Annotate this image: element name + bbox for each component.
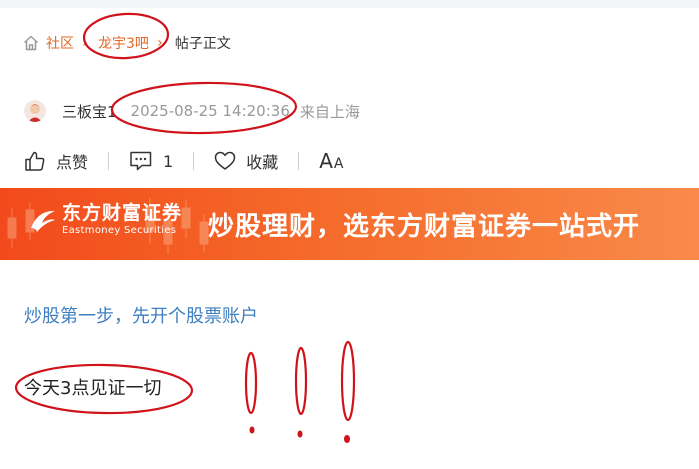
home-icon[interactable]	[22, 34, 40, 52]
post-location: 来自上海	[299, 102, 360, 121]
post-page: 社区 › 龙宇3吧 › 帖子正文 三板宝1 2025-08-25 14:20:3…	[0, 0, 699, 469]
eastmoney-logo-icon	[31, 210, 55, 232]
chevron-right-icon: ›	[82, 35, 88, 51]
banner-brand-cn: 东方财富证券	[62, 202, 183, 224]
author-name[interactable]: 三板宝1	[62, 101, 117, 122]
thumbs-up-icon	[24, 150, 46, 172]
breadcrumb-community-link[interactable]: 社区	[46, 33, 74, 53]
action-bar: 点赞 1 收藏 A A	[24, 146, 343, 176]
eastmoney-banner-ad[interactable]: 东方财富证券 Eastmoney Securities 炒股理财，选东方财富证券…	[0, 188, 699, 260]
comment-button[interactable]: 1	[129, 150, 173, 172]
banner-brand: 东方财富证券 Eastmoney Securities	[62, 202, 182, 238]
breadcrumb: 社区 › 龙宇3吧 › 帖子正文	[22, 32, 231, 54]
collect-button[interactable]: 收藏	[214, 149, 278, 173]
open-account-link[interactable]: 炒股第一步，先开个股票账户	[24, 302, 258, 328]
annotation-exclaim-1-dot	[249, 426, 255, 434]
font-size-small-glyph: A	[333, 156, 344, 172]
breadcrumb-current: 帖子正文	[174, 36, 231, 52]
banner-brand-en: Eastmoney Securities	[62, 225, 177, 236]
post-body-text: 今天3点见证一切	[24, 378, 162, 399]
divider	[298, 152, 300, 170]
top-strip	[0, 0, 699, 8]
annotation-exclaim-1-bar	[244, 351, 258, 415]
annotation-exclaim-2-dot	[297, 430, 303, 438]
divider	[108, 152, 110, 170]
breadcrumb-bar-link[interactable]: 龙宇3吧	[98, 33, 149, 53]
banner-slogan: 炒股理财，选东方财富证券一站式开	[208, 212, 641, 242]
heart-icon	[214, 151, 236, 171]
avatar[interactable]	[24, 100, 46, 122]
author-row: 三板宝1 2025-08-25 14:20:36 来自上海	[24, 98, 360, 124]
collect-label: 收藏	[246, 153, 279, 172]
annotation-exclaim-2-bar	[294, 346, 308, 416]
annotation-exclaim-3-bar	[340, 340, 356, 422]
font-size-large-glyph: A	[319, 149, 333, 173]
like-button[interactable]: 点赞	[24, 149, 88, 173]
chevron-right-icon: ›	[157, 35, 163, 51]
font-size-button[interactable]: A A	[319, 149, 343, 173]
comment-count: 1	[163, 151, 174, 171]
divider	[193, 152, 195, 170]
annotation-exclaim-3-dot	[344, 435, 350, 443]
post-time: 2025-08-25 14:20:36	[130, 102, 290, 120]
like-label: 点赞	[56, 153, 89, 172]
comment-icon	[129, 150, 153, 172]
